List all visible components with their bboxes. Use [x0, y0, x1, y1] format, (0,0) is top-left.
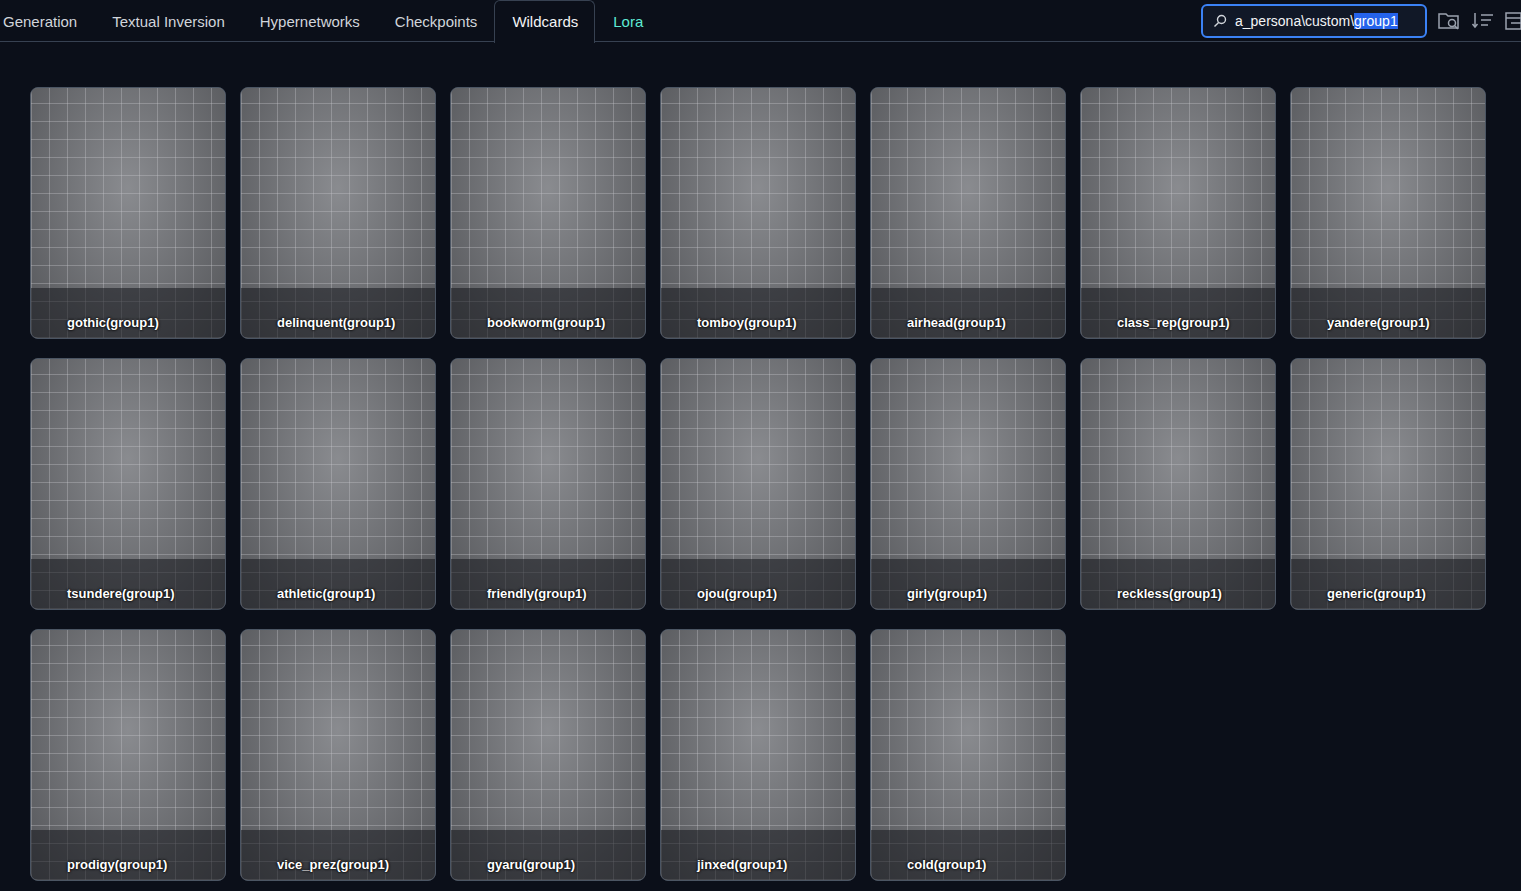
- wildcard-card[interactable]: bookworm(group1): [450, 87, 646, 339]
- tab-bar: GenerationTextual InversionHypernetworks…: [0, 0, 1521, 42]
- wildcard-card[interactable]: gothic(group1): [30, 87, 226, 339]
- card-label: class_rep(group1): [1117, 315, 1230, 330]
- card-label: bookworm(group1): [487, 315, 605, 330]
- wildcard-card[interactable]: tsundere(group1): [30, 358, 226, 610]
- card-label-strip: generic(group1): [1291, 559, 1485, 609]
- card-label-strip: reckless(group1): [1081, 559, 1275, 609]
- wildcard-card[interactable]: yandere(group1): [1290, 87, 1486, 339]
- wildcard-card[interactable]: prodigy(group1): [30, 629, 226, 881]
- card-label: airhead(group1): [907, 315, 1006, 330]
- card-label-strip: tsundere(group1): [31, 559, 225, 609]
- page: GenerationTextual InversionHypernetworks…: [0, 0, 1521, 891]
- card-label: ojou(group1): [697, 586, 777, 601]
- card-label-strip: airhead(group1): [871, 288, 1065, 338]
- tab[interactable]: Textual Inversion: [94, 0, 242, 43]
- card-label-strip: athletic(group1): [241, 559, 435, 609]
- card-label: generic(group1): [1327, 586, 1426, 601]
- card-label: gothic(group1): [67, 315, 159, 330]
- wildcard-card[interactable]: generic(group1): [1290, 358, 1486, 610]
- wildcard-card[interactable]: friendly(group1): [450, 358, 646, 610]
- wildcard-card[interactable]: gyaru(group1): [450, 629, 646, 881]
- card-label-strip: girly(group1): [871, 559, 1065, 609]
- card-label-strip: vice_prez(group1): [241, 830, 435, 880]
- tab[interactable]: Wildcards: [494, 0, 595, 43]
- folder-search-icon[interactable]: [1437, 10, 1461, 32]
- card-label: tsundere(group1): [67, 586, 175, 601]
- wildcard-card[interactable]: airhead(group1): [870, 87, 1066, 339]
- card-label-strip: ojou(group1): [661, 559, 855, 609]
- card-label: girly(group1): [907, 586, 987, 601]
- wildcard-card[interactable]: vice_prez(group1): [240, 629, 436, 881]
- tab-list: GenerationTextual InversionHypernetworks…: [0, 0, 660, 42]
- tab[interactable]: Lora: [595, 0, 660, 43]
- wildcard-card[interactable]: tomboy(group1): [660, 87, 856, 339]
- card-label: athletic(group1): [277, 586, 375, 601]
- card-label: yandere(group1): [1327, 315, 1430, 330]
- card-label-strip: friendly(group1): [451, 559, 645, 609]
- card-label-strip: cold(group1): [871, 830, 1065, 880]
- wildcard-card[interactable]: cold(group1): [870, 629, 1066, 881]
- card-label-strip: gyaru(group1): [451, 830, 645, 880]
- wildcard-card[interactable]: athletic(group1): [240, 358, 436, 610]
- wildcard-card[interactable]: class_rep(group1): [1080, 87, 1276, 339]
- card-grid: gothic(group1) delinquent(group1) bookworm…: [0, 42, 1521, 881]
- sort-icon[interactable]: [1471, 10, 1495, 32]
- search-value: a_persona\custom\group1: [1235, 13, 1398, 29]
- card-label-strip: tomboy(group1): [661, 288, 855, 338]
- card-label-strip: yandere(group1): [1291, 288, 1485, 338]
- tree-view-icon[interactable]: [1505, 10, 1521, 32]
- card-label-strip: jinxed(group1): [661, 830, 855, 880]
- card-label: gyaru(group1): [487, 857, 575, 872]
- wildcard-card[interactable]: ojou(group1): [660, 358, 856, 610]
- card-label: friendly(group1): [487, 586, 587, 601]
- card-label-strip: gothic(group1): [31, 288, 225, 338]
- wildcard-card[interactable]: reckless(group1): [1080, 358, 1276, 610]
- wildcard-card[interactable]: delinquent(group1): [240, 87, 436, 339]
- wildcard-card[interactable]: girly(group1): [870, 358, 1066, 610]
- card-label: prodigy(group1): [67, 857, 167, 872]
- tab[interactable]: Checkpoints: [377, 0, 495, 43]
- search-field[interactable]: a_persona\custom\group1: [1201, 4, 1427, 38]
- card-label: delinquent(group1): [277, 315, 395, 330]
- tab[interactable]: Hypernetworks: [242, 0, 377, 43]
- card-label-strip: prodigy(group1): [31, 830, 225, 880]
- card-label-strip: delinquent(group1): [241, 288, 435, 338]
- search-icon: [1213, 14, 1227, 28]
- wildcard-card[interactable]: jinxed(group1): [660, 629, 856, 881]
- tab[interactable]: Generation: [0, 0, 94, 43]
- card-label: tomboy(group1): [697, 315, 797, 330]
- card-label: reckless(group1): [1117, 586, 1222, 601]
- card-label: vice_prez(group1): [277, 857, 389, 872]
- card-label: jinxed(group1): [697, 857, 787, 872]
- card-label-strip: bookworm(group1): [451, 288, 645, 338]
- card-label-strip: class_rep(group1): [1081, 288, 1275, 338]
- card-label: cold(group1): [907, 857, 986, 872]
